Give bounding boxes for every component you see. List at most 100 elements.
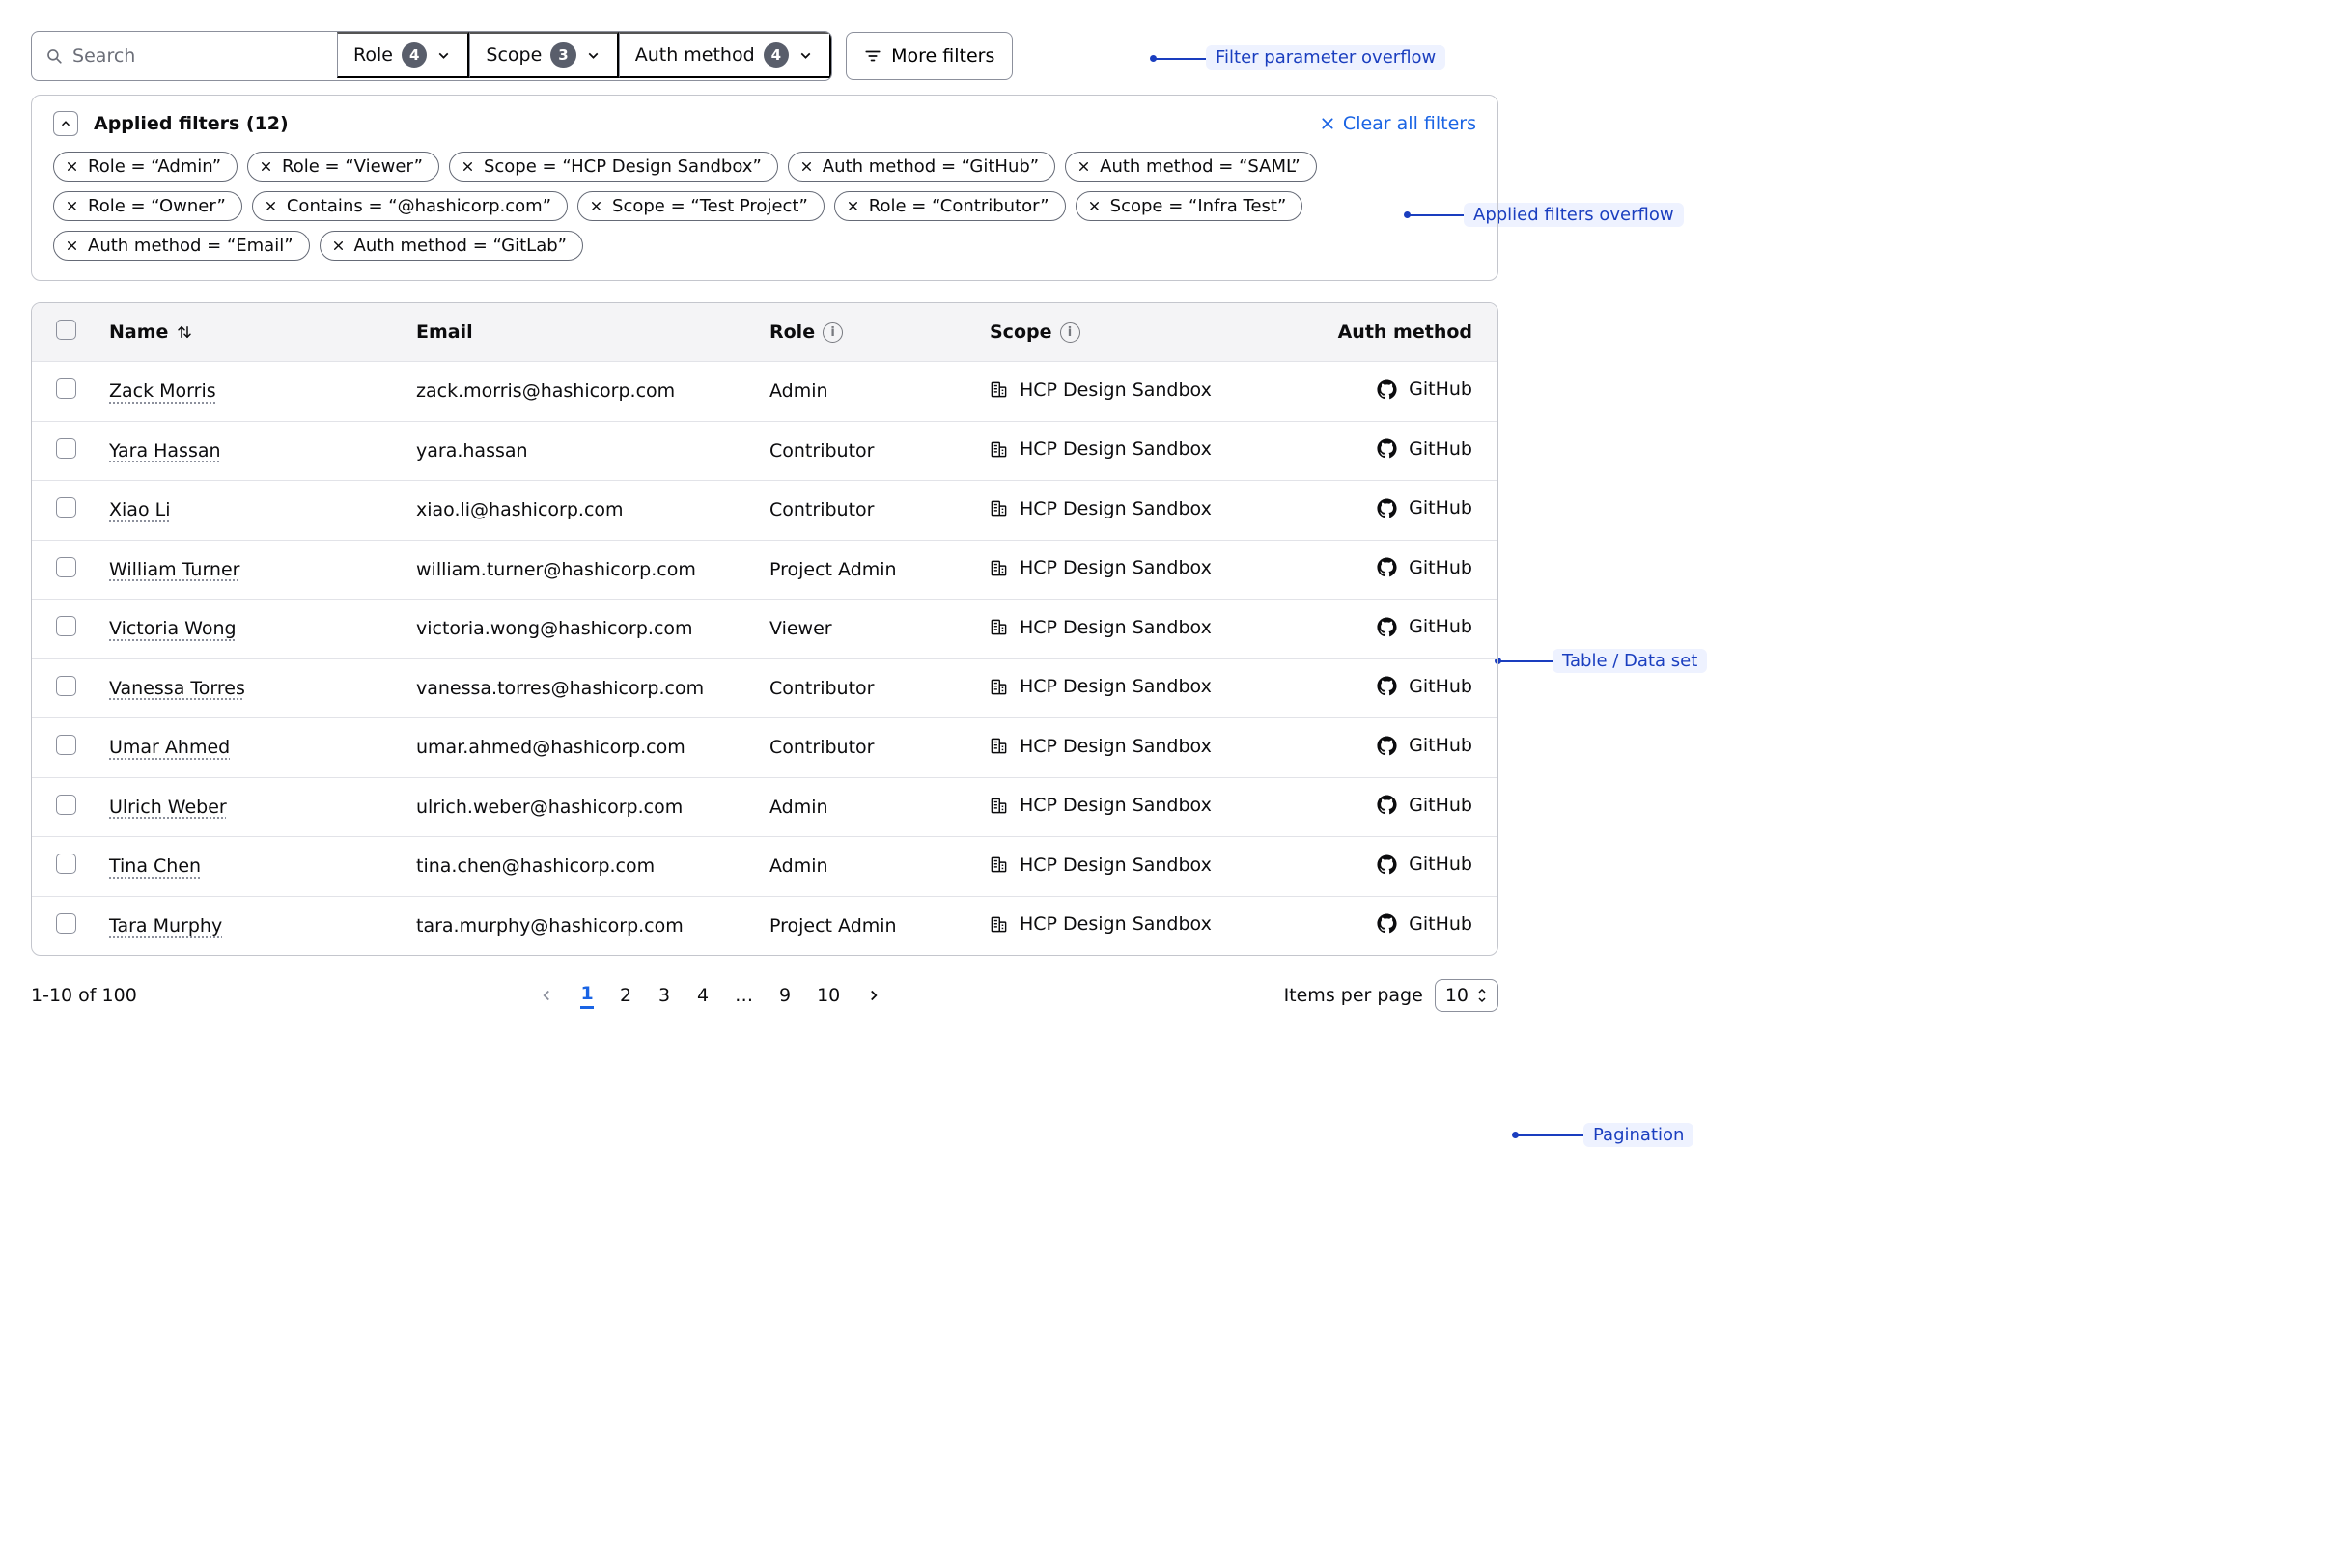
name-link[interactable]: Vanessa Torres (109, 678, 245, 699)
filter-chip[interactable]: Auth method = “GitLab” (320, 231, 583, 261)
page-next-button[interactable] (865, 987, 882, 1004)
github-icon (1377, 498, 1397, 518)
pagination-bar: 1‑10 of 100 1234…910 Items per page 10 (31, 979, 1498, 1012)
cell-name: Tara Murphy (99, 896, 406, 955)
row-select-cell[interactable] (32, 658, 99, 718)
page-button[interactable]: 4 (696, 985, 710, 1006)
filter-chip[interactable]: Contains = “@hashicorp.com” (252, 191, 568, 221)
filter-dropdown-role[interactable]: Role 4 (337, 32, 469, 78)
more-filters-button[interactable]: More filters (846, 32, 1013, 80)
filter-chip[interactable]: Role = “Admin” (53, 152, 238, 182)
checkbox-icon (56, 735, 76, 755)
filter-chip[interactable]: Role = “Viewer” (247, 152, 439, 182)
page-button[interactable]: 3 (657, 985, 671, 1006)
items-per-page-label: Items per page (1284, 985, 1423, 1006)
name-link[interactable]: William Turner (109, 559, 239, 580)
clear-all-filters-link[interactable]: Clear all filters (1320, 113, 1476, 134)
row-select-cell[interactable] (32, 540, 99, 600)
close-icon (265, 200, 277, 212)
chevron-down-icon (797, 47, 814, 64)
name-link[interactable]: Victoria Wong (109, 618, 237, 639)
name-link[interactable]: Umar Ahmed (109, 737, 230, 758)
column-header-role[interactable]: Role i (760, 303, 980, 362)
github-icon (1377, 379, 1397, 400)
github-icon (1377, 676, 1397, 696)
search-field[interactable] (32, 32, 337, 80)
cell-role: Viewer (760, 600, 980, 659)
cell-name: Ulrich Weber (99, 777, 406, 837)
row-select-cell[interactable] (32, 896, 99, 955)
name-link[interactable]: Xiao Li (109, 499, 170, 520)
filter-chip[interactable]: Scope = “HCP Design Sandbox” (449, 152, 778, 182)
row-select-cell[interactable] (32, 600, 99, 659)
cell-scope: HCP Design Sandbox (980, 481, 1279, 541)
close-icon (800, 160, 813, 173)
column-header-name-label: Name (109, 322, 168, 343)
filter-chip[interactable]: Role = “Owner” (53, 191, 242, 221)
filter-chip[interactable]: Auth method = “Email” (53, 231, 310, 261)
name-link[interactable]: Ulrich Weber (109, 797, 227, 818)
org-icon (990, 737, 1008, 755)
cell-email: tina.chen@hashicorp.com (406, 837, 760, 897)
table-row: Ulrich Weberulrich.weber@hashicorp.comAd… (32, 777, 1497, 837)
cell-auth: GitHub (1279, 777, 1497, 837)
collapse-button[interactable] (53, 111, 78, 136)
close-icon (1088, 200, 1101, 212)
column-header-auth[interactable]: Auth method (1279, 303, 1497, 362)
close-icon (1077, 160, 1090, 173)
cell-role: Project Admin (760, 896, 980, 955)
page-button[interactable]: 2 (619, 985, 632, 1006)
filter-chip[interactable]: Auth method = “SAML” (1065, 152, 1317, 182)
name-link[interactable]: Zack Morris (109, 380, 216, 402)
github-icon (1377, 854, 1397, 875)
close-icon (847, 200, 859, 212)
page-button[interactable]: 1 (580, 983, 594, 1009)
cell-email: victoria.wong@hashicorp.com (406, 600, 760, 659)
cell-email: umar.ahmed@hashicorp.com (406, 718, 760, 778)
filter-dropdown-scope[interactable]: Scope 3 (469, 32, 618, 78)
column-header-name[interactable]: Name (99, 303, 406, 362)
filter-chip-label: Role = “Owner” (88, 196, 226, 216)
name-link[interactable]: Yara Hassan (109, 440, 221, 462)
name-link[interactable]: Tina Chen (109, 855, 201, 877)
column-header-scope[interactable]: Scope i (980, 303, 1279, 362)
row-select-cell[interactable] (32, 777, 99, 837)
page-prev-button[interactable] (538, 987, 555, 1004)
column-header-email[interactable]: Email (406, 303, 760, 362)
clear-all-filters-label: Clear all filters (1343, 113, 1476, 134)
org-icon (990, 678, 1008, 696)
org-icon (990, 380, 1008, 399)
org-icon (990, 618, 1008, 636)
row-select-cell[interactable] (32, 718, 99, 778)
info-icon: i (1060, 322, 1080, 343)
filter-chip[interactable]: Auth method = “GitHub” (788, 152, 1055, 182)
row-select-cell[interactable] (32, 362, 99, 422)
filter-chip-label: Scope = “HCP Design Sandbox” (484, 156, 762, 177)
name-link[interactable]: Tara Murphy (109, 915, 222, 937)
cell-auth: GitHub (1279, 362, 1497, 422)
checkbox-icon (56, 378, 76, 399)
filter-chip[interactable]: Role = “Contributor” (834, 191, 1066, 221)
github-icon (1377, 438, 1397, 459)
checkbox-icon (56, 616, 76, 636)
page-button[interactable]: 9 (778, 985, 792, 1006)
page-button[interactable]: 10 (817, 985, 840, 1006)
filter-dropdown-auth-method[interactable]: Auth method 4 (619, 32, 831, 78)
row-select-cell[interactable] (32, 837, 99, 897)
cell-auth: GitHub (1279, 896, 1497, 955)
filter-chip[interactable]: Scope = “Test Project” (577, 191, 825, 221)
cell-name: Xiao Li (99, 481, 406, 541)
select-all-header[interactable] (32, 303, 99, 362)
search-input[interactable] (72, 45, 323, 67)
items-per-page-select[interactable]: 10 (1435, 979, 1498, 1012)
org-icon (990, 440, 1008, 459)
pagination-range-info: 1‑10 of 100 (31, 985, 137, 1006)
callout-line (1516, 1134, 1583, 1136)
row-select-cell[interactable] (32, 421, 99, 481)
cell-email: william.turner@hashicorp.com (406, 540, 760, 600)
cell-scope: HCP Design Sandbox (980, 777, 1279, 837)
callout-pagination: Pagination (1583, 1123, 1693, 1147)
row-select-cell[interactable] (32, 481, 99, 541)
cell-scope: HCP Design Sandbox (980, 362, 1279, 422)
filter-chip[interactable]: Scope = “Infra Test” (1076, 191, 1303, 221)
